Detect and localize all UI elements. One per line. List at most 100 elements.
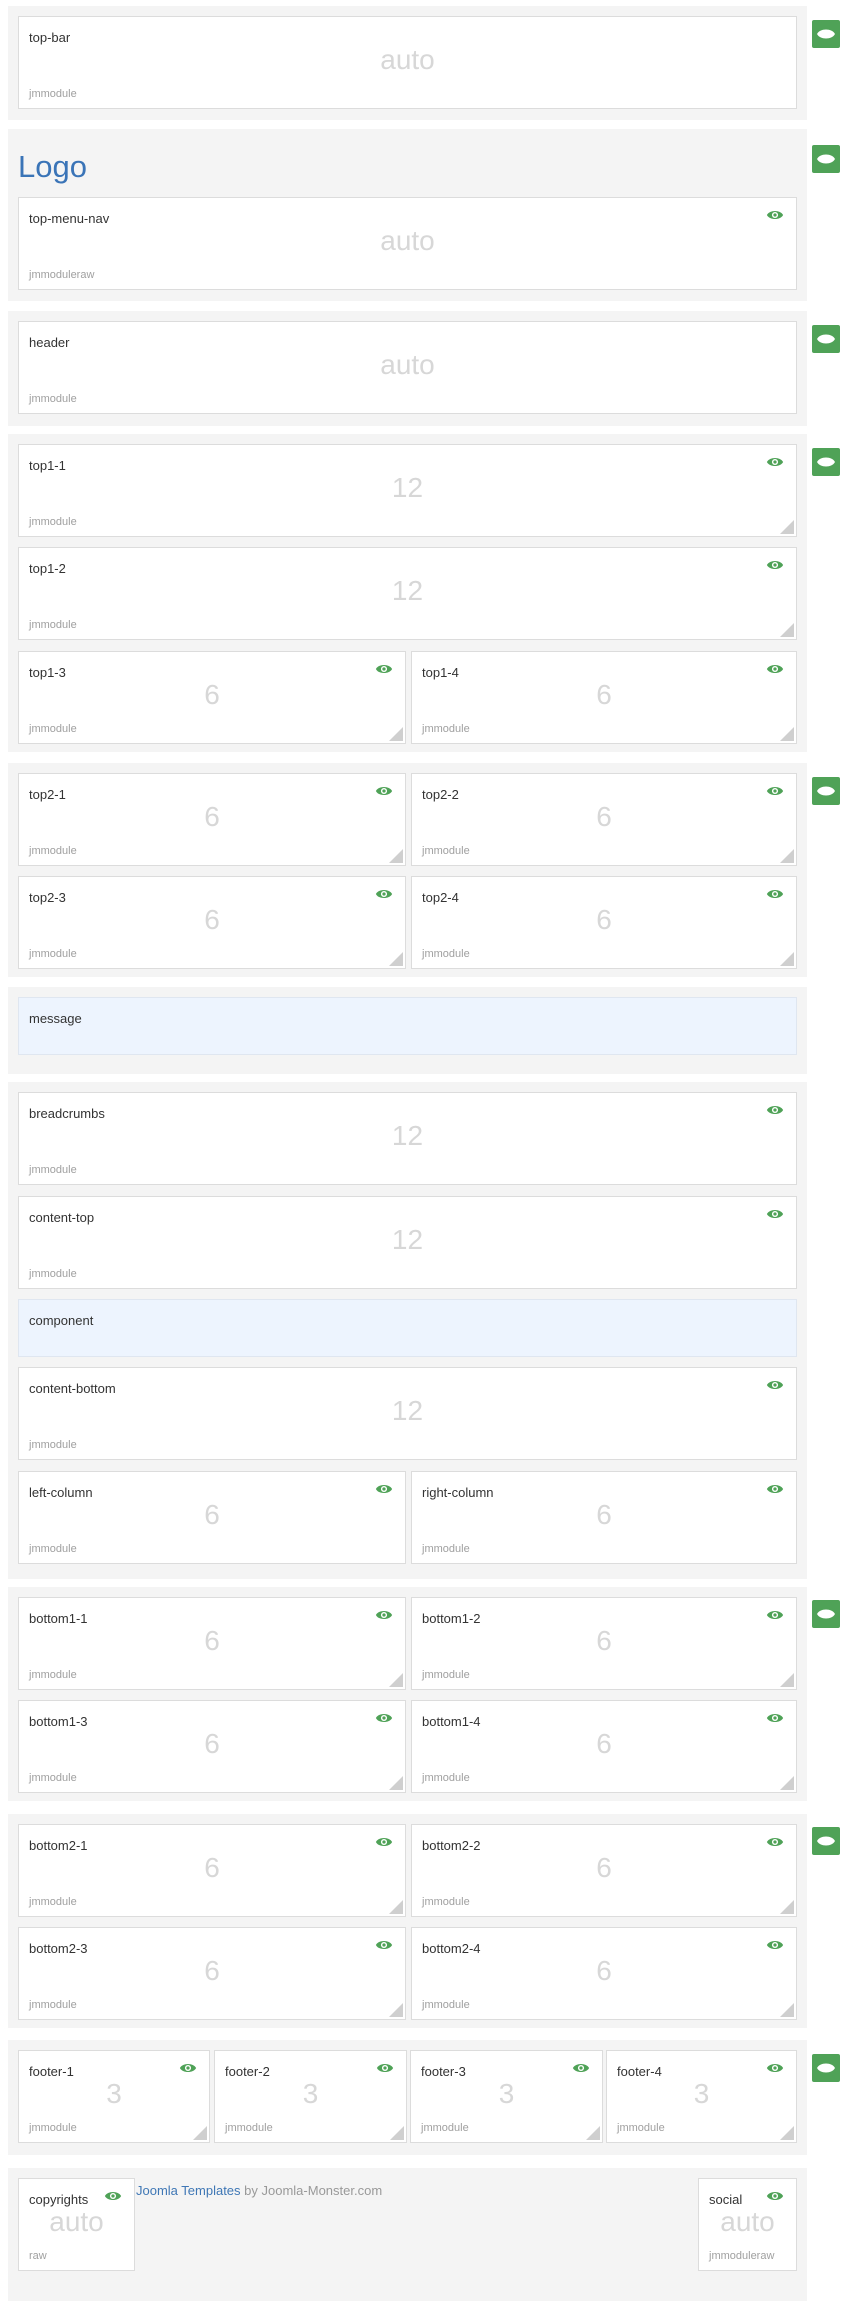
resize-handle-icon[interactable] (390, 2126, 404, 2140)
module-content-top[interactable]: content-top 12 jmmodule (18, 1196, 797, 1289)
eye-icon[interactable] (766, 1833, 784, 1851)
eye-icon[interactable] (766, 556, 784, 574)
resize-handle-icon[interactable] (780, 1900, 794, 1914)
eye-icon[interactable] (375, 1833, 393, 1851)
module-bottom1-1[interactable]: bottom1-1 6 jmmodule (18, 1597, 406, 1690)
module-style: jmmodule (422, 1772, 470, 1784)
section-visibility-button[interactable] (812, 777, 840, 805)
eye-icon[interactable] (766, 453, 784, 471)
module-bottom2-4[interactable]: bottom2-4 6 jmmodule (411, 1927, 797, 2020)
module-top1-3[interactable]: top1-3 6 jmmodule (18, 651, 406, 744)
resize-handle-icon[interactable] (780, 2003, 794, 2017)
eye-icon[interactable] (375, 1709, 393, 1727)
module-top2-1[interactable]: top2-1 6 jmmodule (18, 773, 406, 866)
resize-handle-icon[interactable] (780, 1673, 794, 1687)
section-bottom1: bottom1-1 6 jmmodule bottom1-2 6 jmmodule bott… (8, 1587, 807, 1801)
eye-icon[interactable] (766, 1205, 784, 1223)
resize-handle-icon[interactable] (389, 849, 403, 863)
module-bottom1-2[interactable]: bottom1-2 6 jmmodule (411, 1597, 797, 1690)
resize-handle-icon[interactable] (389, 952, 403, 966)
module-style: jmmodule (421, 2122, 469, 2134)
module-header[interactable]: header auto jmmodule (18, 321, 797, 414)
resize-handle-icon[interactable] (780, 520, 794, 534)
module-width-value: 6 (204, 1954, 220, 1986)
eye-icon[interactable] (766, 1480, 784, 1498)
resize-handle-icon[interactable] (586, 2126, 600, 2140)
section-visibility-button[interactable] (812, 448, 840, 476)
eye-icon[interactable] (376, 2059, 394, 2077)
eye-icon[interactable] (375, 885, 393, 903)
module-name: component (29, 1313, 94, 1328)
module-top2-3[interactable]: top2-3 6 jmmodule (18, 876, 406, 969)
module-left-column[interactable]: left-column 6 jmmodule (18, 1471, 406, 1564)
module-breadcrumbs[interactable]: breadcrumbs 12 jmmodule (18, 1092, 797, 1185)
eye-icon[interactable] (572, 2059, 590, 2077)
module-right-column[interactable]: right-column 6 jmmodule (411, 1471, 797, 1564)
eye-icon[interactable] (375, 660, 393, 678)
section-copyrights: Joomla Templates by Joomla-Monster.com co… (8, 2168, 807, 2301)
resize-handle-icon[interactable] (389, 1900, 403, 1914)
module-style: jmmodule (29, 723, 77, 735)
module-copyrights[interactable]: copyrights auto raw (18, 2178, 135, 2271)
module-footer-1[interactable]: footer-1 3 jmmodule (18, 2050, 210, 2143)
module-top1-1[interactable]: top1-1 12 jmmodule (18, 444, 797, 537)
module-top1-2[interactable]: top1-2 12 jmmodule (18, 547, 797, 640)
module-style: jmmodule (29, 2122, 77, 2134)
module-bottom2-1[interactable]: bottom2-1 6 jmmodule (18, 1824, 406, 1917)
module-style: jmmodule (617, 2122, 665, 2134)
resize-handle-icon[interactable] (389, 1673, 403, 1687)
resize-handle-icon[interactable] (780, 623, 794, 637)
eye-icon[interactable] (179, 2059, 197, 2077)
module-content-bottom[interactable]: content-bottom 12 jmmodule (18, 1367, 797, 1460)
section-visibility-button[interactable] (812, 2054, 840, 2082)
module-width-value: auto (380, 43, 435, 75)
credit-link[interactable]: Joomla Templates (136, 2183, 241, 2198)
eye-icon[interactable] (766, 660, 784, 678)
section-visibility-button[interactable] (812, 20, 840, 48)
module-width-value: 3 (106, 2077, 122, 2109)
eye-icon[interactable] (375, 1936, 393, 1954)
eye-icon[interactable] (766, 1709, 784, 1727)
module-top-bar[interactable]: top-bar auto jmmodule (18, 16, 797, 109)
eye-icon[interactable] (766, 1101, 784, 1119)
module-bottom2-3[interactable]: bottom2-3 6 jmmodule (18, 1927, 406, 2020)
section-visibility-button[interactable] (812, 1827, 840, 1855)
resize-handle-icon[interactable] (389, 2003, 403, 2017)
module-footer-3[interactable]: footer-3 3 jmmodule (410, 2050, 603, 2143)
resize-handle-icon[interactable] (780, 727, 794, 741)
section-visibility-button[interactable] (812, 325, 840, 353)
resize-handle-icon[interactable] (389, 1776, 403, 1790)
module-bottom1-4[interactable]: bottom1-4 6 jmmodule (411, 1700, 797, 1793)
module-top1-4[interactable]: top1-4 6 jmmodule (411, 651, 797, 744)
module-footer-4[interactable]: footer-4 3 jmmodule (606, 2050, 797, 2143)
module-footer-2[interactable]: footer-2 3 jmmodule (214, 2050, 407, 2143)
module-component[interactable]: component (18, 1299, 797, 1357)
module-top2-2[interactable]: top2-2 6 jmmodule (411, 773, 797, 866)
eye-icon[interactable] (104, 2187, 122, 2205)
eye-icon[interactable] (766, 2059, 784, 2077)
resize-handle-icon[interactable] (780, 1776, 794, 1790)
resize-handle-icon[interactable] (389, 727, 403, 741)
eye-icon[interactable] (766, 206, 784, 224)
section-visibility-button[interactable] (812, 145, 840, 173)
module-top-menu-nav[interactable]: top-menu-nav auto jmmoduleraw (18, 197, 797, 290)
eye-icon[interactable] (766, 782, 784, 800)
module-bottom1-3[interactable]: bottom1-3 6 jmmodule (18, 1700, 406, 1793)
eye-icon[interactable] (766, 885, 784, 903)
module-bottom2-2[interactable]: bottom2-2 6 jmmodule (411, 1824, 797, 1917)
resize-handle-icon[interactable] (780, 849, 794, 863)
module-message[interactable]: message (18, 997, 797, 1055)
eye-icon[interactable] (766, 1376, 784, 1394)
eye-icon[interactable] (375, 1480, 393, 1498)
eye-icon[interactable] (375, 782, 393, 800)
section-visibility-button[interactable] (812, 1600, 840, 1628)
eye-icon[interactable] (766, 1606, 784, 1624)
eye-icon[interactable] (766, 1936, 784, 1954)
eye-icon[interactable] (375, 1606, 393, 1624)
module-social[interactable]: social auto jmmoduleraw (698, 2178, 797, 2271)
resize-handle-icon[interactable] (193, 2126, 207, 2140)
eye-icon[interactable] (766, 2187, 784, 2205)
module-top2-4[interactable]: top2-4 6 jmmodule (411, 876, 797, 969)
resize-handle-icon[interactable] (780, 952, 794, 966)
resize-handle-icon[interactable] (780, 2126, 794, 2140)
